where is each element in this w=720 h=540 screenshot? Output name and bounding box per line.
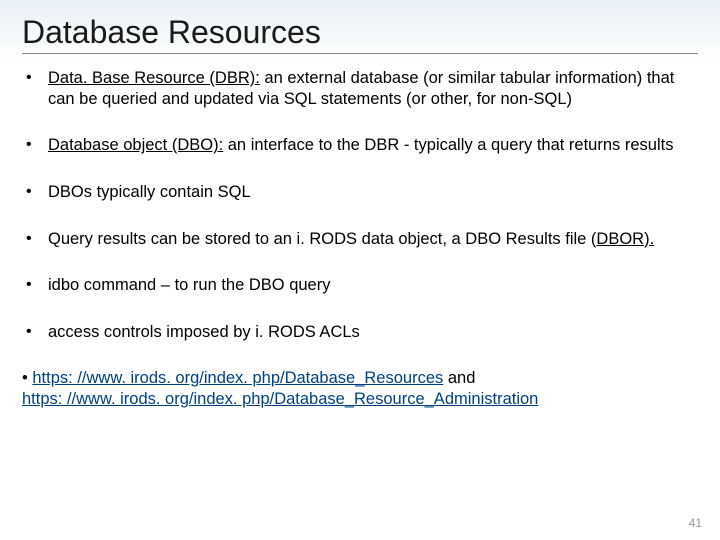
links-and: and <box>443 369 475 387</box>
link-database-resources[interactable]: https: //www. irods. org/index. php/Data… <box>32 369 443 387</box>
dbo-desc: an interface to the DBR - typically a qu… <box>223 136 673 154</box>
slide-header: Database Resources <box>0 0 720 60</box>
bullet-sql: DBOs typically contain SQL <box>22 182 698 203</box>
bullet-dbo: Database object (DBO): an interface to t… <box>22 135 698 156</box>
dbor-desc-pre: Query results can be stored to an i. ROD… <box>48 230 596 248</box>
bullet-dbr: Data. Base Resource (DBR): an external d… <box>22 68 698 109</box>
slide-title: Database Resources <box>22 14 698 54</box>
bullet-acls: access controls imposed by i. RODS ACLs <box>22 322 698 343</box>
slide-content: Data. Base Resource (DBR): an external d… <box>0 60 720 410</box>
link-bullet: • <box>22 369 32 387</box>
dbor-term: DBOR). <box>596 230 654 248</box>
page-number: 41 <box>689 516 702 530</box>
bullet-dbor: Query results can be stored to an i. ROD… <box>22 229 698 250</box>
link-database-resource-admin[interactable]: https: //www. irods. org/index. php/Data… <box>22 390 538 408</box>
dbo-term: Database object (DBO): <box>48 136 223 154</box>
bullet-idbo: idbo command – to run the DBO query <box>22 275 698 296</box>
dbr-term: Data. Base Resource (DBR): <box>48 69 260 87</box>
links-line: • https: //www. irods. org/index. php/Da… <box>22 368 698 409</box>
bullet-list: Data. Base Resource (DBR): an external d… <box>22 68 698 342</box>
